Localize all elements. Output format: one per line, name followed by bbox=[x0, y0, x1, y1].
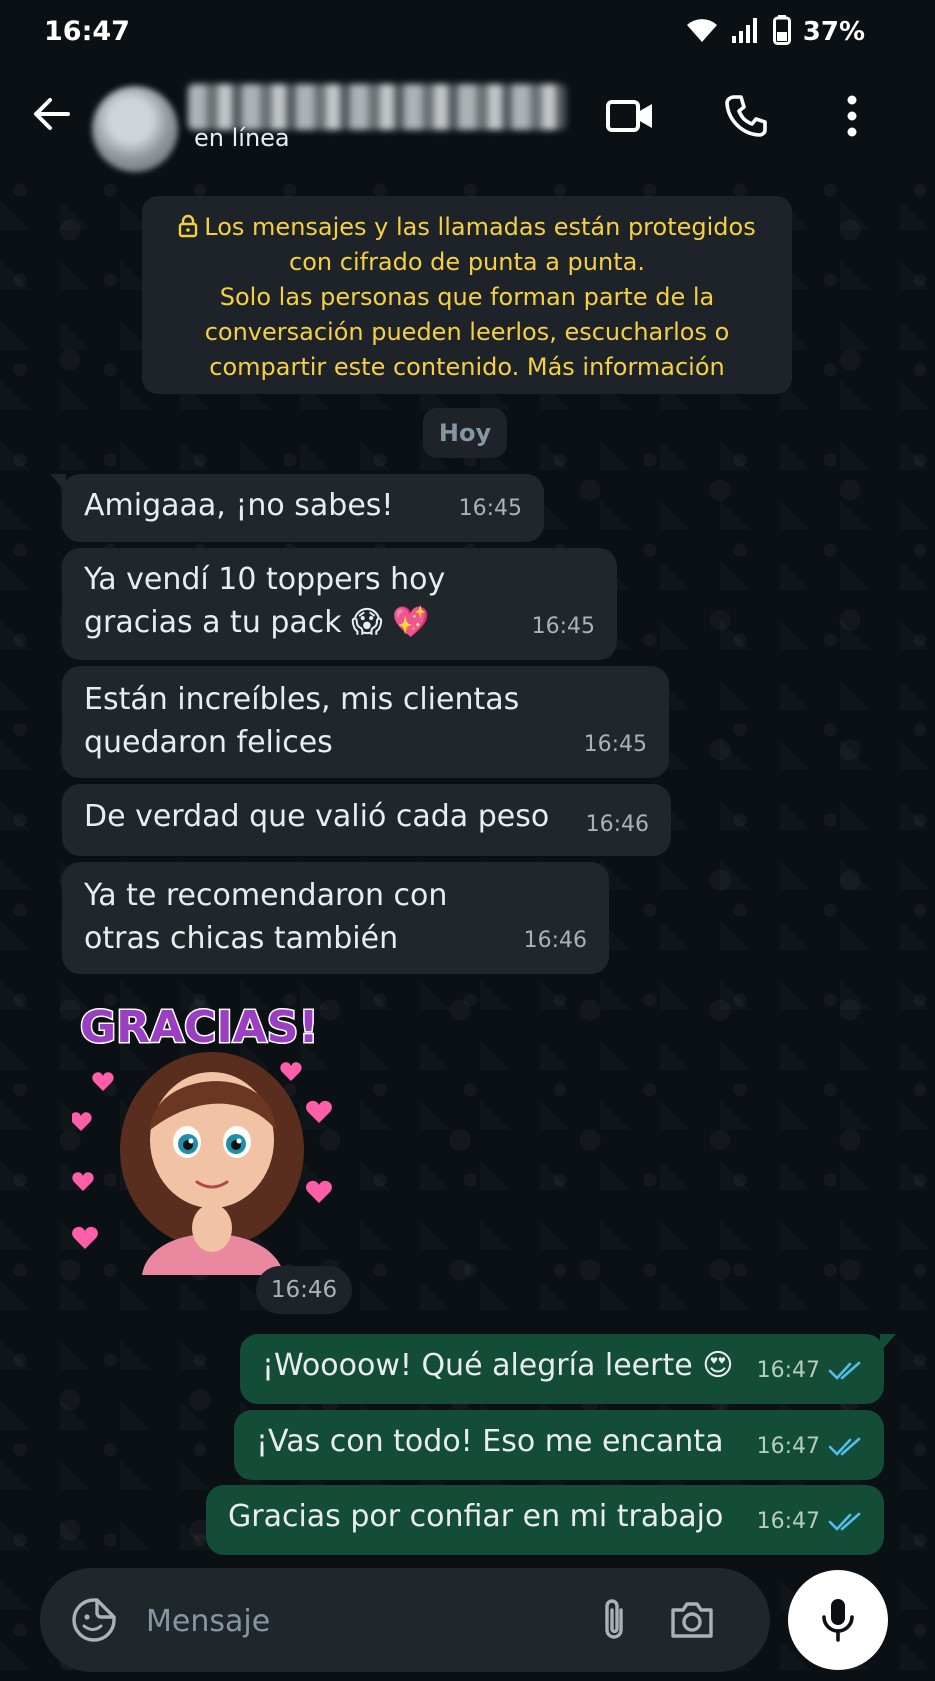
message-text: quedaron felices bbox=[84, 725, 333, 760]
message-text: Amigaaa, ¡no sabes! bbox=[84, 488, 394, 523]
battery-percentage: 37% bbox=[802, 17, 865, 47]
chat-header: en línea bbox=[0, 66, 935, 172]
message-bubble-incoming[interactable]: Amigaaa, ¡no sabes! 16:45 bbox=[50, 474, 544, 542]
encryption-line: Los mensajes y las llamadas están proteg… bbox=[142, 210, 792, 245]
status-time: 16:47 bbox=[44, 16, 130, 47]
message-text: Ya vendí 10 toppers hoy bbox=[84, 562, 446, 597]
bubble-tail bbox=[50, 474, 66, 492]
chat-screen: 16:47 37% en línea Los mensajes y las ll… bbox=[0, 0, 935, 1681]
message-text: ¡Vas con todo! Eso me encanta bbox=[256, 1424, 724, 1459]
message-bubble-incoming[interactable]: Ya te recomendaron con otras chicas tamb… bbox=[62, 862, 609, 974]
message-text: Están increíbles, mis clientas bbox=[84, 682, 520, 717]
voice-call-button[interactable] bbox=[716, 86, 776, 146]
back-arrow-icon bbox=[34, 98, 70, 130]
message-bubble-outgoing[interactable]: ¡Woooow! Qué alegría leerte 😍 16:47 bbox=[240, 1334, 896, 1404]
camera-button[interactable] bbox=[662, 1590, 722, 1650]
message-time: 16:47 bbox=[756, 1434, 820, 1459]
message-bubble-incoming[interactable]: De verdad que valió cada peso 16:46 bbox=[62, 784, 671, 856]
attach-icon bbox=[605, 1599, 623, 1639]
encryption-line: conversación pueden leerlos, escucharlos… bbox=[204, 318, 730, 346]
message-time: 16:45 bbox=[458, 496, 522, 521]
message-time: 16:45 bbox=[583, 732, 647, 757]
avatar[interactable] bbox=[92, 86, 178, 172]
mic-icon bbox=[822, 1599, 854, 1642]
battery-icon bbox=[772, 15, 791, 49]
message-bubble-outgoing[interactable]: ¡Vas con todo! Eso me encanta 16:47 bbox=[234, 1410, 884, 1480]
message-text: Gracias por confiar en mi trabajo bbox=[228, 1499, 724, 1534]
voice-message-button[interactable] bbox=[788, 1570, 888, 1670]
message-meta: 16:47 bbox=[757, 1425, 862, 1468]
message-meta: 16:47 bbox=[757, 1349, 862, 1392]
video-call-button[interactable] bbox=[600, 86, 660, 146]
message-text: gracias a tu pack 😱 💖 bbox=[84, 605, 430, 640]
double-check-icon bbox=[828, 1361, 861, 1380]
status-bar: 16:47 37% bbox=[0, 0, 935, 66]
encryption-notice[interactable]: Los mensajes y las llamadas están proteg… bbox=[142, 196, 792, 394]
bubble-tail bbox=[880, 1334, 896, 1352]
camera-icon bbox=[671, 1602, 713, 1638]
signal-icon bbox=[731, 16, 761, 48]
video-call-icon bbox=[606, 100, 652, 132]
message-meta: 16:47 bbox=[757, 1500, 862, 1543]
message-bubble-incoming[interactable]: Ya vendí 10 toppers hoy gracias a tu pac… bbox=[62, 548, 617, 660]
status-icons: 37% bbox=[685, 14, 865, 50]
attach-button[interactable] bbox=[584, 1590, 644, 1650]
sticker-illustration: GRACIAS! bbox=[70, 1001, 332, 1275]
double-check-icon bbox=[828, 1437, 861, 1456]
message-time: 16:46 bbox=[523, 928, 587, 953]
message-text: De verdad que valió cada peso bbox=[84, 799, 550, 834]
encryption-line: con cifrado de punta a punta. bbox=[289, 248, 645, 276]
message-time: 16:45 bbox=[531, 614, 595, 639]
message-time: 16:46 bbox=[585, 812, 649, 837]
sticker-icon bbox=[72, 1598, 116, 1642]
double-check-icon bbox=[828, 1512, 861, 1531]
message-input[interactable] bbox=[144, 1590, 568, 1652]
sticker-button[interactable] bbox=[66, 1592, 122, 1648]
back-button[interactable] bbox=[26, 88, 78, 140]
sticker-time: 16:46 bbox=[256, 1266, 352, 1314]
sticker-text: GRACIAS! bbox=[80, 1002, 319, 1053]
message-text: ¡Woooow! Qué alegría leerte 😍 bbox=[262, 1348, 734, 1383]
message-bubble-incoming[interactable]: Están increíbles, mis clientas quedaron … bbox=[62, 666, 669, 778]
phone-icon bbox=[725, 95, 767, 137]
encryption-line: Solo las personas que forman parte de la bbox=[219, 283, 715, 311]
lock-icon bbox=[179, 214, 198, 238]
encryption-line: compartir este contenido. Más informació… bbox=[209, 353, 725, 381]
wifi-icon bbox=[685, 16, 719, 48]
gracias-sticker[interactable]: GRACIAS! bbox=[70, 990, 342, 1275]
message-text: otras chicas también bbox=[84, 921, 399, 956]
more-vert-icon bbox=[847, 95, 857, 137]
more-options-button[interactable] bbox=[822, 86, 882, 146]
message-time: 16:47 bbox=[756, 1509, 820, 1534]
message-composer bbox=[40, 1568, 770, 1672]
date-divider: Hoy bbox=[423, 408, 507, 458]
contact-status: en línea bbox=[194, 124, 290, 152]
message-bubble-outgoing[interactable]: Gracias por confiar en mi trabajo 16:47 bbox=[206, 1485, 884, 1555]
message-time: 16:47 bbox=[756, 1358, 820, 1383]
message-text: Ya te recomendaron con bbox=[84, 878, 448, 913]
